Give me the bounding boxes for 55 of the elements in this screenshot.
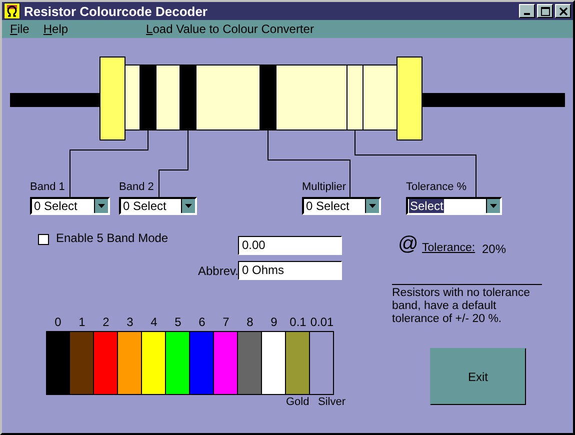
- selector-label: Band 1: [30, 181, 65, 193]
- caret-down-icon: [185, 204, 192, 208]
- checkbox[interactable]: [38, 234, 49, 245]
- dropdown-arrow-button[interactable]: [181, 199, 195, 213]
- exit-button[interactable]: Exit: [430, 348, 526, 405]
- caret-down-icon: [369, 204, 376, 208]
- dropdown-value: 0 Select: [122, 199, 168, 213]
- dropdown[interactable]: 0 Select: [30, 197, 110, 215]
- dropdown-arrow-button[interactable]: [94, 199, 108, 213]
- menu-item[interactable]: Load Value to Colour Converter: [146, 22, 314, 36]
- colour-value-label: 3: [126, 314, 134, 331]
- minimize-button[interactable]: [519, 4, 535, 18]
- caret-down-icon: [98, 204, 105, 208]
- maximize-button[interactable]: [537, 4, 553, 18]
- colour-value-label: 0.1: [290, 314, 306, 331]
- tolerance-value: 20%: [482, 242, 506, 256]
- close-button[interactable]: [555, 4, 571, 18]
- dropdown-value: 0 Select: [33, 199, 78, 213]
- selector-label: Band 2: [119, 181, 154, 193]
- tolerance-note: Resistors with no tolerance band, have a default tolerance of +/- 20 %.: [392, 284, 542, 326]
- dropdown-value: 0 Select: [305, 199, 350, 213]
- dropdown[interactable]: 0 Select: [119, 197, 197, 215]
- dropdown[interactable]: 0 Select: [302, 197, 381, 215]
- value-field[interactable]: 0.00: [238, 236, 342, 255]
- colour-name-label: Silver: [318, 395, 346, 409]
- checkbox-label: Enable 5 Band Mode: [56, 231, 168, 245]
- dropdown[interactable]: Select: [406, 197, 502, 215]
- menu-item[interactable]: File: [10, 22, 30, 36]
- selector-label: Tolerance %: [406, 181, 467, 193]
- colour-value-label: 4: [150, 314, 158, 331]
- menu-item[interactable]: Help: [43, 22, 68, 36]
- colour-name-label: Gold: [286, 395, 310, 409]
- maximize-icon: [540, 6, 550, 16]
- dropdown-value: Select: [409, 199, 444, 213]
- at-symbol: @: [398, 233, 418, 256]
- window-title: Resistor Colourcode Decoder: [24, 4, 208, 18]
- dropdown-arrow-button[interactable]: [365, 199, 379, 213]
- colour-value-label: 0: [54, 314, 62, 331]
- resistor-omega-icon: [4, 3, 20, 19]
- colour-value-label: 0.01: [310, 314, 334, 331]
- colour-value-label: 1: [78, 314, 86, 331]
- colour-value-label: 2: [102, 314, 110, 331]
- dropdown-arrow-button[interactable]: [486, 199, 500, 213]
- abbrev-field[interactable]: 0 Ohms: [238, 261, 342, 280]
- selector-label: Multiplier: [302, 181, 346, 193]
- colour-value-label: 9: [270, 314, 278, 331]
- colour-value-label: 5: [174, 314, 182, 331]
- colour-value-label: 7: [222, 314, 230, 331]
- leader-line: [158, 130, 188, 198]
- tolerance-label: Tolerance:: [422, 242, 476, 254]
- colour-value-label: 6: [198, 314, 206, 331]
- caret-down-icon: [490, 204, 497, 208]
- colour-value-label: 8: [246, 314, 254, 331]
- close-icon: [558, 6, 568, 16]
- abbrev-label: Abbrev.: [198, 264, 238, 278]
